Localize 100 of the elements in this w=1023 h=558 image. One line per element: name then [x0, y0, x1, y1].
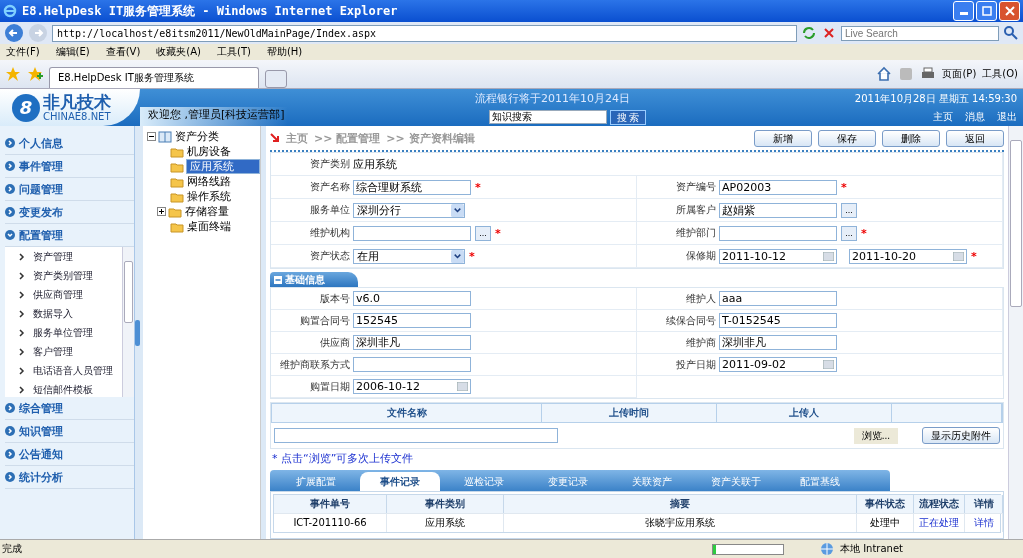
menu-item[interactable]: 文件(F) [6, 45, 40, 59]
field-label: 续保合同号 [666, 313, 716, 328]
column-header: 事件状态 [857, 495, 914, 513]
browser-tab[interactable]: E8.HelpDesk IT服务管理系统 [49, 67, 259, 88]
text-field[interactable]: AP02003 [719, 179, 837, 195]
browse-button[interactable]: 浏览... [853, 427, 898, 444]
nav-section[interactable]: 事件管理 [5, 155, 134, 178]
search-field[interactable]: Live Search [841, 25, 999, 41]
nav-section[interactable]: 统计分析 [5, 466, 134, 489]
text-field[interactable]: 152545 [353, 313, 471, 328]
required-mark: * [469, 249, 475, 263]
header-link[interactable]: 主页 [933, 110, 953, 124]
nav-item[interactable]: 服务单位管理 [33, 323, 93, 342]
breadcrumb-item: >> 配置管理 [314, 130, 381, 146]
header-link[interactable]: 退出 [997, 110, 1017, 124]
text-field[interactable]: 赵娟紫 [719, 202, 837, 218]
calendar-icon[interactable] [457, 382, 468, 391]
lookup-button[interactable]: ... [841, 202, 857, 218]
search-button[interactable]: 搜 索 [609, 110, 647, 125]
menu-item[interactable]: 收藏夹(A) [156, 45, 201, 59]
text-field[interactable]: aaa [719, 291, 837, 306]
nav-section[interactable]: 综合管理 [5, 397, 134, 420]
header-link[interactable]: 消息 [965, 110, 985, 124]
text-field[interactable]: 深圳非凡 [353, 335, 471, 350]
menu-item[interactable]: 帮助(H) [266, 45, 303, 59]
refresh-icon[interactable] [801, 25, 817, 41]
nav-item[interactable]: 资产管理 [33, 247, 73, 266]
table-link[interactable]: 正在处理 [919, 517, 959, 528]
text-field[interactable] [353, 357, 471, 372]
star-icon[interactable] [5, 66, 21, 82]
tree-item[interactable]: 桌面终端 [186, 219, 232, 234]
scrollbar[interactable] [1008, 126, 1023, 539]
text-field[interactable] [719, 225, 837, 241]
nav-item[interactable]: 数据导入 [33, 304, 73, 323]
field-label: 维护机构 [310, 226, 350, 240]
add-favorite-icon[interactable] [27, 66, 43, 82]
date-field[interactable]: 2011-09-02 [719, 357, 837, 372]
tree-item[interactable]: 机房设备 [186, 144, 232, 159]
text-field[interactable]: 综合理财系统 [353, 179, 471, 195]
required-mark: * [861, 226, 867, 240]
nav-section[interactable]: 问题管理 [5, 178, 134, 201]
date-field[interactable]: 2011-10-20 [849, 248, 967, 264]
tree-item[interactable]: 应用系统 [186, 159, 260, 174]
date-field[interactable]: 2006-10-12 [353, 379, 471, 394]
chevron-icon [19, 385, 25, 394]
text-field[interactable]: v6.0 [353, 291, 471, 306]
tree-item[interactable]: 网络线路 [186, 174, 232, 189]
table-link[interactable]: 详情 [973, 517, 994, 528]
menu-item[interactable]: 编辑(E) [55, 45, 90, 59]
menu-item[interactable]: 工具(T) [217, 45, 251, 59]
nav-item[interactable]: 供应商管理 [33, 285, 83, 304]
menu-item[interactable]: 查看(V) [105, 45, 141, 59]
nav-item[interactable]: 电话语音人员管理 [33, 361, 113, 380]
toolbar-menu[interactable]: 页面(P) [942, 67, 977, 81]
date-field[interactable]: 2011-10-12 [719, 248, 837, 264]
tree-item[interactable]: 资产分类 [174, 129, 220, 144]
text-field[interactable]: 深圳非凡 [719, 335, 837, 350]
chevron-icon [19, 366, 25, 375]
tab[interactable]: 事件记录 [360, 472, 440, 491]
close-button[interactable] [999, 1, 1020, 21]
nav-section[interactable]: 知识管理 [5, 420, 134, 443]
field-label: 服务单位 [310, 203, 350, 217]
nav-section[interactable]: 个人信息 [5, 132, 134, 155]
scrollbar[interactable] [122, 247, 134, 397]
action-button[interactable]: 新增 [754, 129, 812, 147]
action-button[interactable]: 删除 [882, 129, 940, 147]
action-button[interactable]: 保存 [818, 129, 876, 147]
action-button[interactable]: 返回 [946, 129, 1004, 147]
minimize-button[interactable] [953, 1, 974, 21]
maximize-button[interactable] [976, 1, 997, 21]
dropdown[interactable]: 深圳分行 [353, 202, 465, 218]
address-field[interactable]: http://localhost/e8itsm2011/NewOldMainPage/Index.aspx [52, 24, 797, 42]
nav-item[interactable]: 资产类别管理 [33, 266, 93, 285]
new-tab-button[interactable] [265, 70, 287, 88]
tree-item[interactable]: 操作系统 [186, 189, 232, 204]
section-title: 基础信息 [285, 272, 325, 287]
nav-item[interactable]: 客户管理 [33, 342, 73, 361]
lookup-button[interactable]: ... [475, 225, 491, 241]
file-path-field[interactable] [274, 428, 558, 443]
calendar-icon[interactable] [823, 251, 834, 261]
home-icon[interactable] [876, 66, 893, 82]
calendar-icon[interactable] [953, 251, 964, 261]
tree-item[interactable]: 存储容量 [184, 204, 230, 219]
history-button[interactable]: 显示历史附件 [922, 427, 1000, 444]
chevron-icon [19, 252, 25, 261]
chevron-icon [19, 347, 25, 356]
text-field[interactable] [353, 225, 471, 241]
calendar-icon[interactable] [823, 360, 834, 369]
nav-section[interactable]: 变更发布 [5, 201, 134, 224]
search-icon[interactable] [1003, 25, 1019, 41]
collapse-icon[interactable] [147, 132, 156, 141]
back-button[interactable] [4, 23, 24, 43]
dropdown[interactable]: 在用 [353, 248, 465, 264]
toolbar-menu[interactable]: 工具(O) [982, 67, 1018, 81]
nav-section[interactable]: 公告通知 [5, 443, 134, 466]
nav-item[interactable]: 短信邮件模板 [33, 380, 93, 399]
text-field[interactable]: T-0152545 [719, 313, 837, 328]
lookup-button[interactable]: ... [841, 225, 857, 241]
knowledge-search-field[interactable]: 知识搜索 [488, 110, 607, 124]
expand-icon[interactable] [157, 207, 166, 216]
